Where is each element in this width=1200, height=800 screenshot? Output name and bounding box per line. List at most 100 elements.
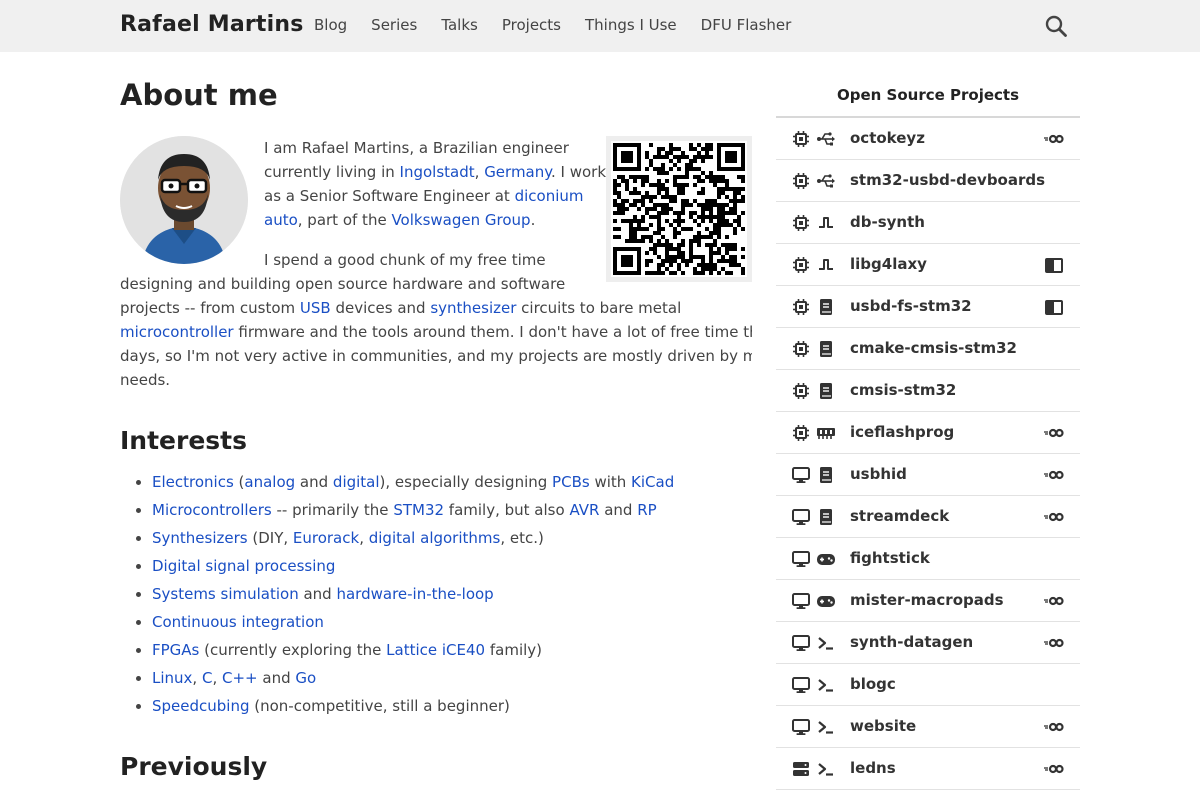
link-diconium[interactable]: diconium — [515, 187, 584, 205]
project-name: mister-macropads — [850, 591, 1004, 609]
project-item-libg4laxy[interactable]: libg4laxy — [776, 244, 1080, 286]
project-item-stm32-usbd-devboards[interactable]: stm32-usbd-devboards — [776, 160, 1080, 202]
list-item: FPGAs (currently exploring the Lattice i… — [152, 636, 674, 664]
intro-line: as a Senior Software Engineer at diconiu… — [264, 187, 584, 205]
link-lattice-ice40[interactable]: Lattice iCE40 — [386, 641, 485, 659]
link-pcbs[interactable]: PCBs — [552, 473, 590, 491]
link-synthesizer[interactable]: synthesizer — [430, 299, 516, 317]
chip-icon — [792, 424, 810, 442]
intro-paragraph: I am Rafael Martins, a Brazilian enginee… — [264, 136, 606, 232]
book-icon — [1044, 256, 1064, 274]
project-name: synth-datagen — [850, 633, 974, 651]
project-item-blogc[interactable]: blogc — [776, 664, 1080, 706]
link-microcontrollers[interactable]: Microcontrollers — [152, 501, 272, 519]
go-icon — [1044, 466, 1064, 484]
link-c[interactable]: C — [202, 669, 212, 687]
link-fpgas[interactable]: FPGAs — [152, 641, 199, 659]
link-auto[interactable]: auto — [264, 211, 298, 229]
paragraph-text: I spend a good chunk of my free time — [264, 251, 546, 269]
nav-things-i-use[interactable]: Things I Use — [585, 16, 677, 34]
usb-icon — [816, 130, 836, 148]
link-rp[interactable]: RP — [637, 501, 656, 519]
monitor-icon — [792, 592, 810, 610]
project-item-octokeyz[interactable]: octokeyz — [776, 118, 1080, 160]
library-icon — [816, 466, 836, 484]
link-systems-simulation[interactable]: Systems simulation — [152, 585, 299, 603]
list-item: Systems simulation and hardware-in-the-l… — [152, 580, 674, 608]
list-item: Digital signal processing — [152, 552, 674, 580]
sidebar: Open Source Projects octokeyz stm32-usbd-… — [776, 52, 1080, 800]
paragraph-line: projects -- from custom USB devices and … — [120, 299, 682, 317]
project-item-fightstick[interactable]: fightstick — [776, 538, 1080, 580]
project-item-usbd-fs-stm32[interactable]: usbd-fs-stm32 — [776, 286, 1080, 328]
project-item-synth-datagen[interactable]: synth-datagen — [776, 622, 1080, 664]
project-item-db-synth[interactable]: db-synth — [776, 202, 1080, 244]
link-c[interactable]: C++ — [222, 669, 258, 687]
sidebar-title: Open Source Projects — [836, 86, 1020, 104]
link-synthesizers[interactable]: Synthesizers — [152, 529, 248, 547]
go-icon — [1044, 424, 1064, 442]
link-stm32[interactable]: STM32 — [393, 501, 444, 519]
site-title[interactable]: Rafael Martins — [120, 12, 304, 37]
avatar — [120, 136, 248, 264]
link-digital-algorithms[interactable]: digital algorithms — [369, 529, 501, 547]
project-item-ledns[interactable]: ledns — [776, 748, 1080, 790]
book-icon — [1044, 298, 1064, 316]
link-eurorack[interactable]: Eurorack — [293, 529, 359, 547]
project-name: iceflashprog — [850, 423, 955, 441]
project-name: streamdeck — [850, 507, 950, 525]
link-volkswagen-group[interactable]: Volkswagen Group — [391, 211, 530, 229]
search-icon[interactable] — [1044, 14, 1068, 38]
link-go[interactable]: Go — [295, 669, 316, 687]
list-item: Continuous integration — [152, 608, 674, 636]
nav-series[interactable]: Series — [371, 16, 417, 34]
list-item: Speedcubing (non-competitive, still a be… — [152, 692, 674, 720]
link-electronics[interactable]: Electronics — [152, 473, 234, 491]
chip-icon — [792, 130, 810, 148]
link-microcontroller[interactable]: microcontroller — [120, 323, 234, 341]
chip-icon — [792, 214, 810, 232]
link-digital[interactable]: digital — [333, 473, 380, 491]
link-hardware-in-the-loop[interactable]: hardware-in-the-loop — [336, 585, 493, 603]
project-name: usbhid — [850, 465, 907, 483]
link-continuous-integration[interactable]: Continuous integration — [152, 613, 324, 631]
main-nav: Blog Series Talks Projects Things I Use … — [314, 16, 815, 34]
link-ingolstadt[interactable]: Ingolstadt — [400, 163, 475, 181]
link-germany[interactable]: Germany — [484, 163, 551, 181]
wave-icon — [816, 214, 836, 232]
paragraph-line: I spend a good chunk of my free time — [120, 248, 752, 272]
project-item-cmsis-stm32[interactable]: cmsis-stm32 — [776, 370, 1080, 412]
interests-list: Electronics (analog and digital), especi… — [120, 468, 674, 720]
wave-icon — [816, 256, 836, 274]
project-item-iceflashprog[interactable]: iceflashprog — [776, 412, 1080, 454]
chip-icon — [792, 256, 810, 274]
library-icon — [816, 382, 836, 400]
nav-dfu-flasher[interactable]: DFU Flasher — [701, 16, 792, 34]
project-item-streamdeck[interactable]: streamdeck — [776, 496, 1080, 538]
nav-projects[interactable]: Projects — [502, 16, 561, 34]
link-speedcubing[interactable]: Speedcubing — [152, 697, 250, 715]
project-item-usbhid[interactable]: usbhid — [776, 454, 1080, 496]
link-analog[interactable]: analog — [244, 473, 295, 491]
link-usb[interactable]: USB — [300, 299, 331, 317]
link-kicad[interactable]: KiCad — [631, 473, 674, 491]
project-item-mister-macropads[interactable]: mister-macropads — [776, 580, 1080, 622]
nav-blog[interactable]: Blog — [314, 16, 347, 34]
project-item-website[interactable]: website — [776, 706, 1080, 748]
intro-line: I am Rafael Martins, a Brazilian enginee… — [264, 139, 569, 157]
go-icon — [1044, 634, 1064, 652]
library-icon — [816, 298, 836, 316]
library-icon — [816, 340, 836, 358]
nav-talks[interactable]: Talks — [441, 16, 478, 34]
library-icon — [816, 508, 836, 526]
monitor-icon — [792, 550, 810, 568]
monitor-icon — [792, 676, 810, 694]
link-digital-signal-processing[interactable]: Digital signal processing — [152, 557, 335, 575]
monitor-icon — [792, 466, 810, 484]
terminal-icon — [816, 718, 836, 736]
link-linux[interactable]: Linux — [152, 669, 192, 687]
monitor-icon — [792, 508, 810, 526]
intro-line: auto, part of the Volkswagen Group. — [264, 211, 536, 229]
link-avr[interactable]: AVR — [569, 501, 599, 519]
project-item-cmake-cmsis-stm32[interactable]: cmake-cmsis-stm32 — [776, 328, 1080, 370]
